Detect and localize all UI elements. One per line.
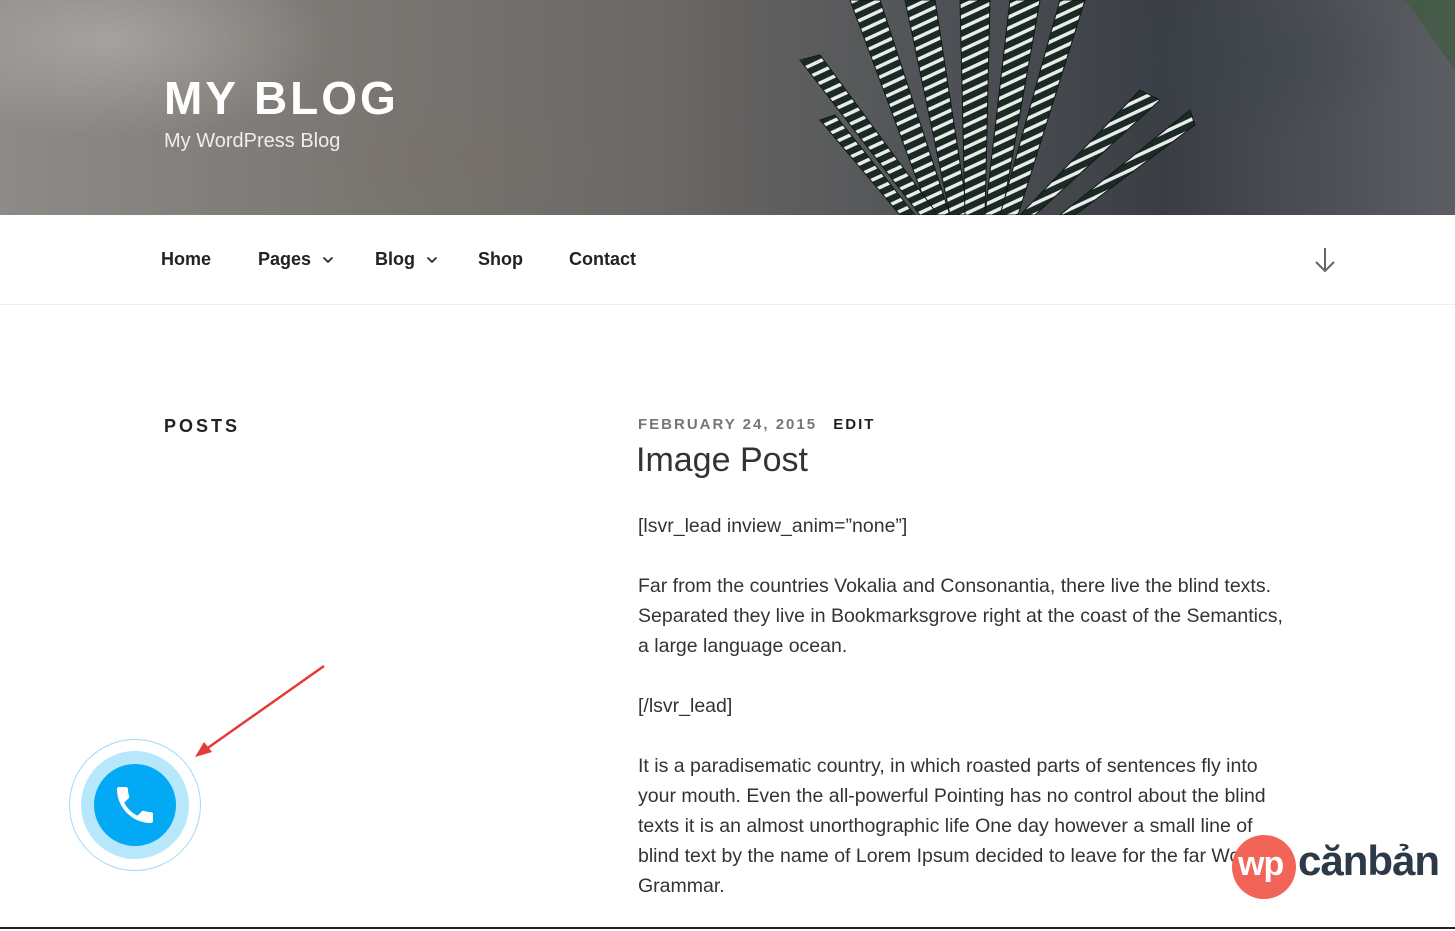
main-navigation: Home Pages Blog Shop Contact bbox=[0, 215, 1455, 305]
phone-icon bbox=[117, 787, 153, 823]
post-paragraph: Far from the countries Vokalia and Conso… bbox=[638, 575, 1283, 657]
annotation-arrow bbox=[195, 664, 325, 757]
post-title[interactable]: Image Post bbox=[636, 438, 808, 482]
nav-item-label: Pages bbox=[258, 249, 312, 269]
watermark-part1: wp bbox=[1238, 845, 1284, 883]
post-edit-link[interactable]: EDIT bbox=[833, 416, 875, 433]
watermark-part2: cănbản bbox=[1298, 837, 1440, 884]
floating-call-button[interactable] bbox=[69, 739, 201, 871]
chevron-down-icon bbox=[322, 257, 334, 264]
watermark-logo: wp cănbản bbox=[1232, 832, 1440, 899]
chevron-down-icon bbox=[426, 257, 438, 264]
nav-item-blog[interactable]: Blog bbox=[375, 248, 438, 270]
posts-heading: POSTS bbox=[164, 416, 241, 436]
nav-item-label: Home bbox=[161, 249, 212, 269]
nav-item-label: Shop bbox=[478, 249, 523, 269]
site-title[interactable]: MY BLOG bbox=[164, 72, 399, 124]
post-meta: FEBRUARY 24, 2015 EDIT bbox=[638, 416, 875, 433]
nav-item-contact[interactable]: Contact bbox=[569, 248, 636, 270]
nav-item-home[interactable]: Home bbox=[161, 248, 211, 270]
post-paragraph: [/lsvr_lead] bbox=[638, 695, 733, 717]
nav-item-pages[interactable]: Pages bbox=[258, 248, 334, 270]
post-paragraph: [lsvr_lead inview_anim=”none”] bbox=[638, 515, 908, 537]
nav-item-shop[interactable]: Shop bbox=[478, 248, 523, 270]
site-header: MY BLOG My WordPress Blog bbox=[0, 0, 1455, 215]
nav-item-label: Blog bbox=[375, 249, 415, 269]
site-description: My WordPress Blog bbox=[164, 130, 341, 152]
post-content: [lsvr_lead inview_anim=”none”] Far from … bbox=[638, 511, 1288, 931]
post-date[interactable]: FEBRUARY 24, 2015 bbox=[638, 416, 817, 433]
post-paragraph: It is a paradisematic country, in which … bbox=[638, 755, 1284, 897]
arrow-down-icon[interactable] bbox=[1313, 246, 1337, 274]
nav-item-label: Contact bbox=[569, 249, 636, 269]
call-button[interactable] bbox=[94, 764, 176, 846]
